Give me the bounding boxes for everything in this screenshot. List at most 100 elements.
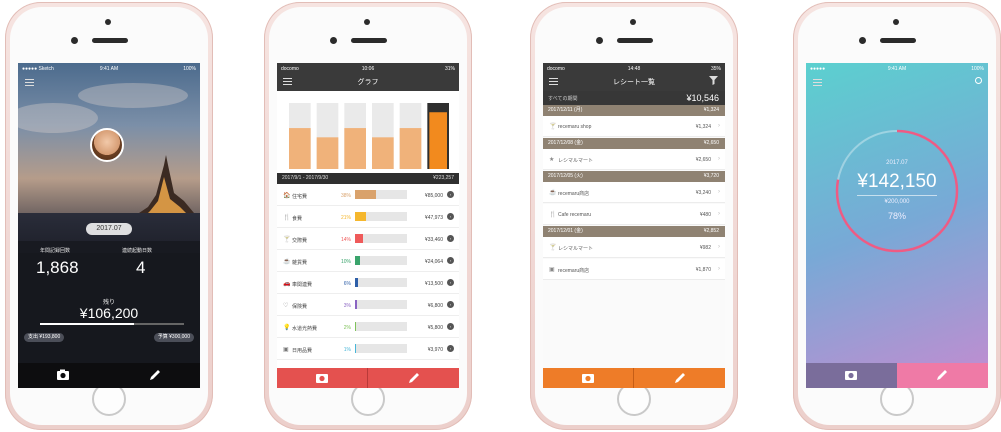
detail-icon[interactable]: ›	[447, 235, 454, 242]
category-track	[355, 322, 407, 331]
period-label: 2017/9/1 - 2017/9/30	[282, 175, 329, 181]
category-row[interactable]: 🍴 食費 21% ¥47,973 ›	[277, 207, 459, 228]
chart-bar[interactable]	[399, 128, 422, 169]
category-track	[355, 234, 407, 243]
percent-value: 78%	[887, 211, 906, 221]
amount-value: ¥142,150	[857, 171, 937, 192]
chart-bar[interactable]	[344, 128, 366, 169]
camera-icon[interactable]	[581, 371, 595, 385]
camera-tab[interactable]	[806, 363, 897, 388]
category-name: 水道光熱費	[292, 326, 318, 332]
app-showcase: ●●●●● Sketch 9:41 AM 100% 2017.07 年間記録回数…	[0, 0, 1001, 432]
menu-icon[interactable]	[25, 79, 34, 86]
date-label: 2017/12/01 (金)	[548, 228, 583, 234]
camera-dot	[364, 19, 370, 25]
chart-bar[interactable]	[429, 112, 447, 169]
category-amount: ¥33,460	[424, 237, 443, 243]
detail-icon[interactable]: ›	[447, 191, 454, 198]
receipt-amount: ¥1,870	[695, 267, 711, 273]
category-row[interactable]: ▣ 日用品費 1% ¥3,970 ›	[277, 339, 459, 360]
chart-bar[interactable]	[372, 137, 394, 169]
category-fill	[355, 344, 357, 353]
remaining-value: ¥106,200	[79, 305, 139, 321]
category-row[interactable]: 🏠 住宅費 38% ¥85,000 ›	[277, 185, 459, 206]
category-icon: 🍸	[283, 237, 291, 243]
detail-icon[interactable]: ›	[447, 301, 454, 308]
detail-icon[interactable]: ›	[447, 323, 454, 330]
speaker	[880, 38, 916, 43]
clock-label: 9:41 AM	[887, 66, 907, 72]
detail-icon[interactable]: ›	[447, 213, 454, 220]
category-track	[355, 190, 407, 199]
streak-days-label: 連続起動日数	[122, 248, 153, 254]
sensor-dot	[596, 37, 603, 44]
category-percent: 1%	[343, 347, 351, 353]
category-amount: ¥5,800	[427, 325, 443, 331]
monthly-bar-chart	[289, 103, 449, 169]
pencil-icon[interactable]	[935, 368, 949, 382]
chart-bar[interactable]	[289, 128, 311, 169]
category-amount: ¥47,973	[424, 215, 443, 221]
category-row[interactable]: ☕ 雑貨費 10% ¥24,064 ›	[277, 251, 459, 272]
period-total: ¥223,257	[433, 175, 454, 181]
clock-label: 9:41 AM	[99, 66, 119, 72]
chevron-right-icon: ›	[718, 123, 720, 129]
chevron-right-icon: ›	[718, 156, 720, 162]
receipt-row[interactable]: ★ レシマルマート ¥2,650 ›	[543, 149, 725, 170]
category-icon: ♡	[283, 303, 289, 309]
category-amount: ¥24,064	[424, 259, 443, 265]
cloud	[78, 83, 188, 108]
category-icon: 🏠	[283, 193, 291, 199]
clock-label: 10:06	[361, 66, 375, 72]
tab-bar	[806, 363, 988, 388]
category-percent: 2%	[343, 325, 351, 331]
category-row[interactable]: 💡 水道光熱費 2% ¥5,800 ›	[277, 317, 459, 338]
category-row[interactable]: 🚗 車関連費 6% ¥13,500 ›	[277, 273, 459, 294]
avatar[interactable]	[90, 128, 124, 162]
status-bar: ●●●●● Sketch 9:41 AM 100%	[18, 63, 200, 74]
detail-icon[interactable]: ›	[447, 257, 454, 264]
category-row[interactable]: ♡ 保険費 3% ¥6,800 ›	[277, 295, 459, 316]
date-total: ¥1,324	[703, 107, 719, 113]
total-row: すべての期間 ¥10,546	[543, 91, 725, 105]
month-pill: 2017.07	[86, 223, 132, 235]
person-icon[interactable]	[975, 77, 982, 84]
date-label: 2017/12/05 (火)	[548, 173, 583, 179]
status-bar: ●●●●● 9:41 AM 100%	[806, 63, 988, 74]
receipt-row[interactable]: 🍴 Cafe recemaru ¥480 ›	[543, 204, 725, 225]
date-total: ¥3,720	[703, 173, 719, 179]
total-value: ¥10,546	[686, 93, 719, 103]
camera-icon[interactable]	[56, 368, 70, 382]
camera-icon[interactable]	[844, 368, 858, 382]
date-label: 2017/12/08 (金)	[548, 140, 583, 146]
date-total: ¥2,650	[703, 140, 719, 146]
date-total: ¥2,852	[703, 228, 719, 234]
receipt-icon: ★	[549, 157, 555, 163]
receipt-row[interactable]: ☕ recemaru商店 ¥3,240 ›	[543, 182, 725, 203]
sensor-dot	[330, 37, 337, 44]
receipt-row[interactable]: ▣ recemaru商店 ¥1,870 ›	[543, 259, 725, 280]
category-percent: 14%	[340, 237, 351, 243]
pencil-icon[interactable]	[673, 371, 687, 385]
date-header: 2017/12/01 (金) ¥2,852	[543, 226, 725, 237]
detail-icon[interactable]: ›	[447, 279, 454, 286]
pencil-icon[interactable]	[148, 368, 162, 382]
pencil-icon[interactable]	[407, 371, 421, 385]
receipt-row[interactable]: 🍸 recemaru shop ¥1,324 ›	[543, 116, 725, 137]
receipt-store: Cafe recemaru	[558, 212, 592, 218]
speaker	[92, 38, 128, 43]
pencil-tab[interactable]	[897, 363, 988, 388]
receipt-icon: 🍸	[549, 124, 557, 130]
camera-icon[interactable]	[315, 371, 329, 385]
receipt-amount: ¥480	[699, 212, 711, 218]
filter-icon[interactable]	[709, 76, 718, 85]
detail-icon[interactable]: ›	[447, 345, 454, 352]
category-track	[355, 278, 407, 287]
spend-progress-bar	[40, 323, 184, 325]
chart-bar[interactable]	[316, 137, 339, 169]
category-row[interactable]: 🍸 交際費 14% ¥33,460 ›	[277, 229, 459, 250]
receipt-icon: 🍴	[549, 212, 557, 218]
receipt-row[interactable]: 🍸 レシマルマート ¥982 ›	[543, 237, 725, 258]
menu-icon[interactable]	[813, 79, 822, 86]
yearly-records-value: 1,868	[36, 258, 79, 277]
